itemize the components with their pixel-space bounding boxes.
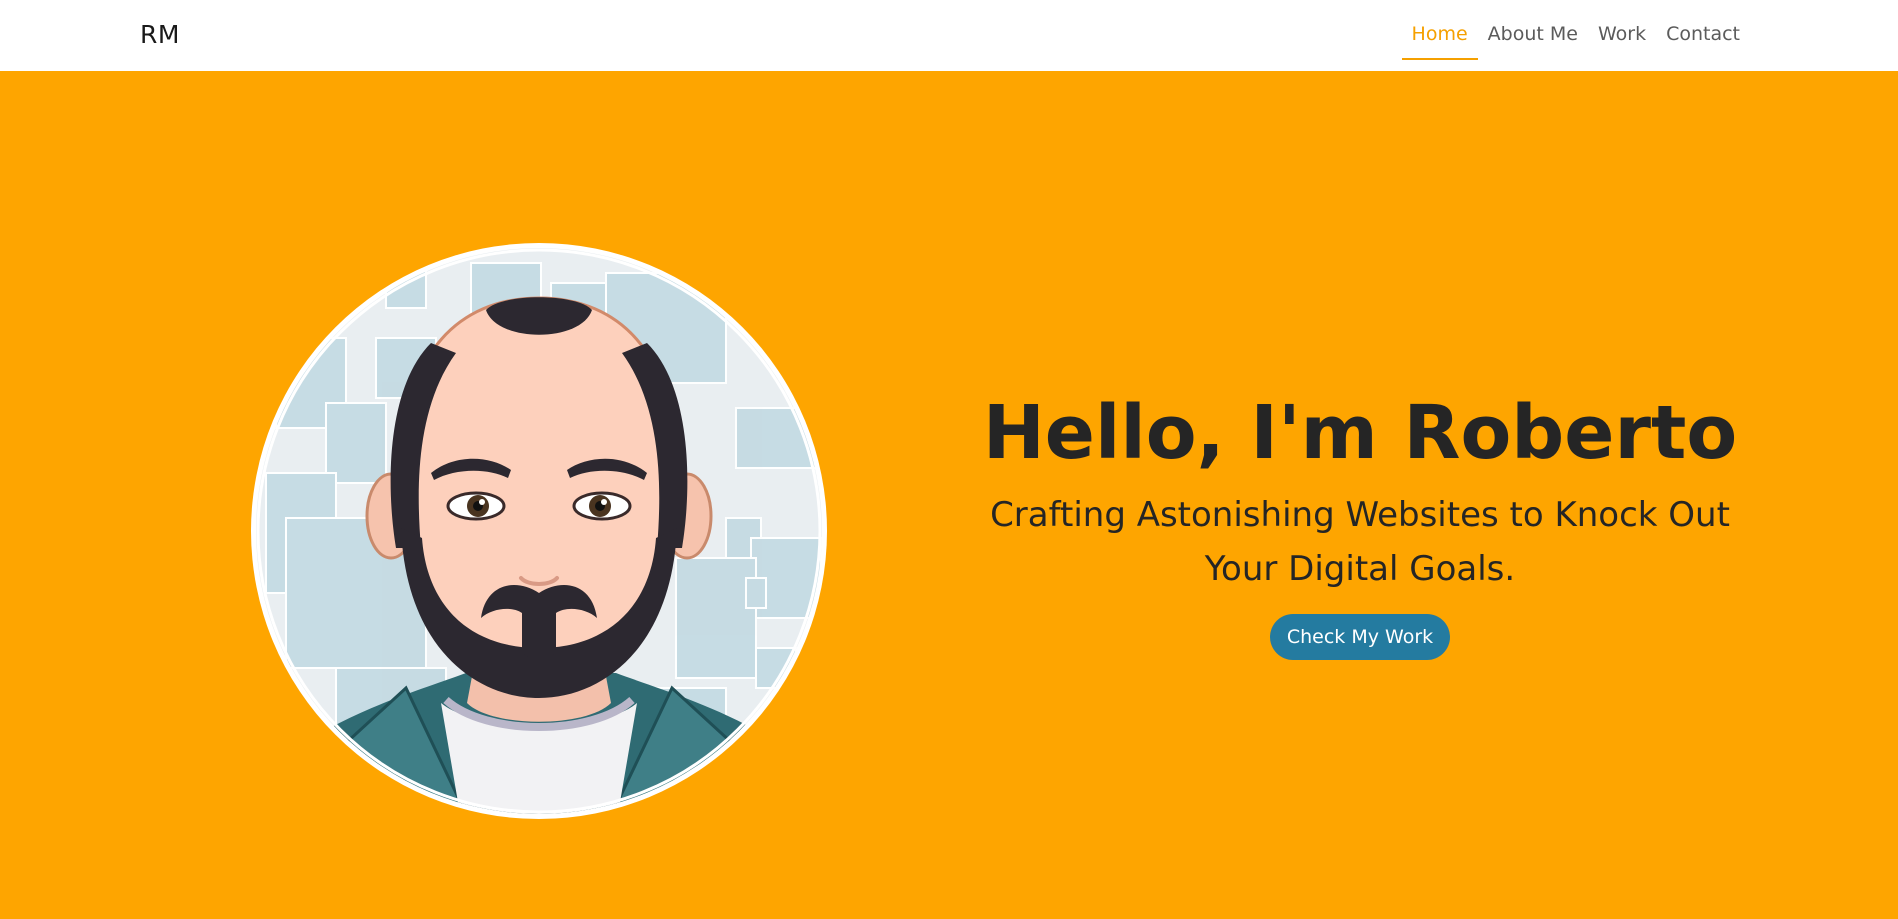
hero-section: Hello, I'm Roberto Crafting Astonishing … (0, 71, 1898, 919)
nav-item-home[interactable]: Home (1401, 0, 1478, 60)
hero-subtitle: Crafting Astonishing Websites to Knock O… (990, 494, 1730, 590)
nav-item-contact[interactable]: Contact (1656, 0, 1750, 60)
main-nav: Home About Me Work Contact (1401, 0, 1750, 71)
avatar-frame (251, 243, 827, 819)
hero-text: Hello, I'm Roberto Crafting Astonishing … (940, 389, 1780, 660)
nav-item-about-me[interactable]: About Me (1478, 0, 1588, 60)
nav-item-work[interactable]: Work (1588, 0, 1656, 60)
navbar: RM Home About Me Work Contact (0, 0, 1898, 71)
avatar-icon (256, 248, 822, 814)
hero-title: Hello, I'm Roberto (982, 390, 1738, 476)
brand-logo[interactable]: RM (140, 20, 180, 49)
check-my-work-button[interactable]: Check My Work (1269, 613, 1451, 660)
